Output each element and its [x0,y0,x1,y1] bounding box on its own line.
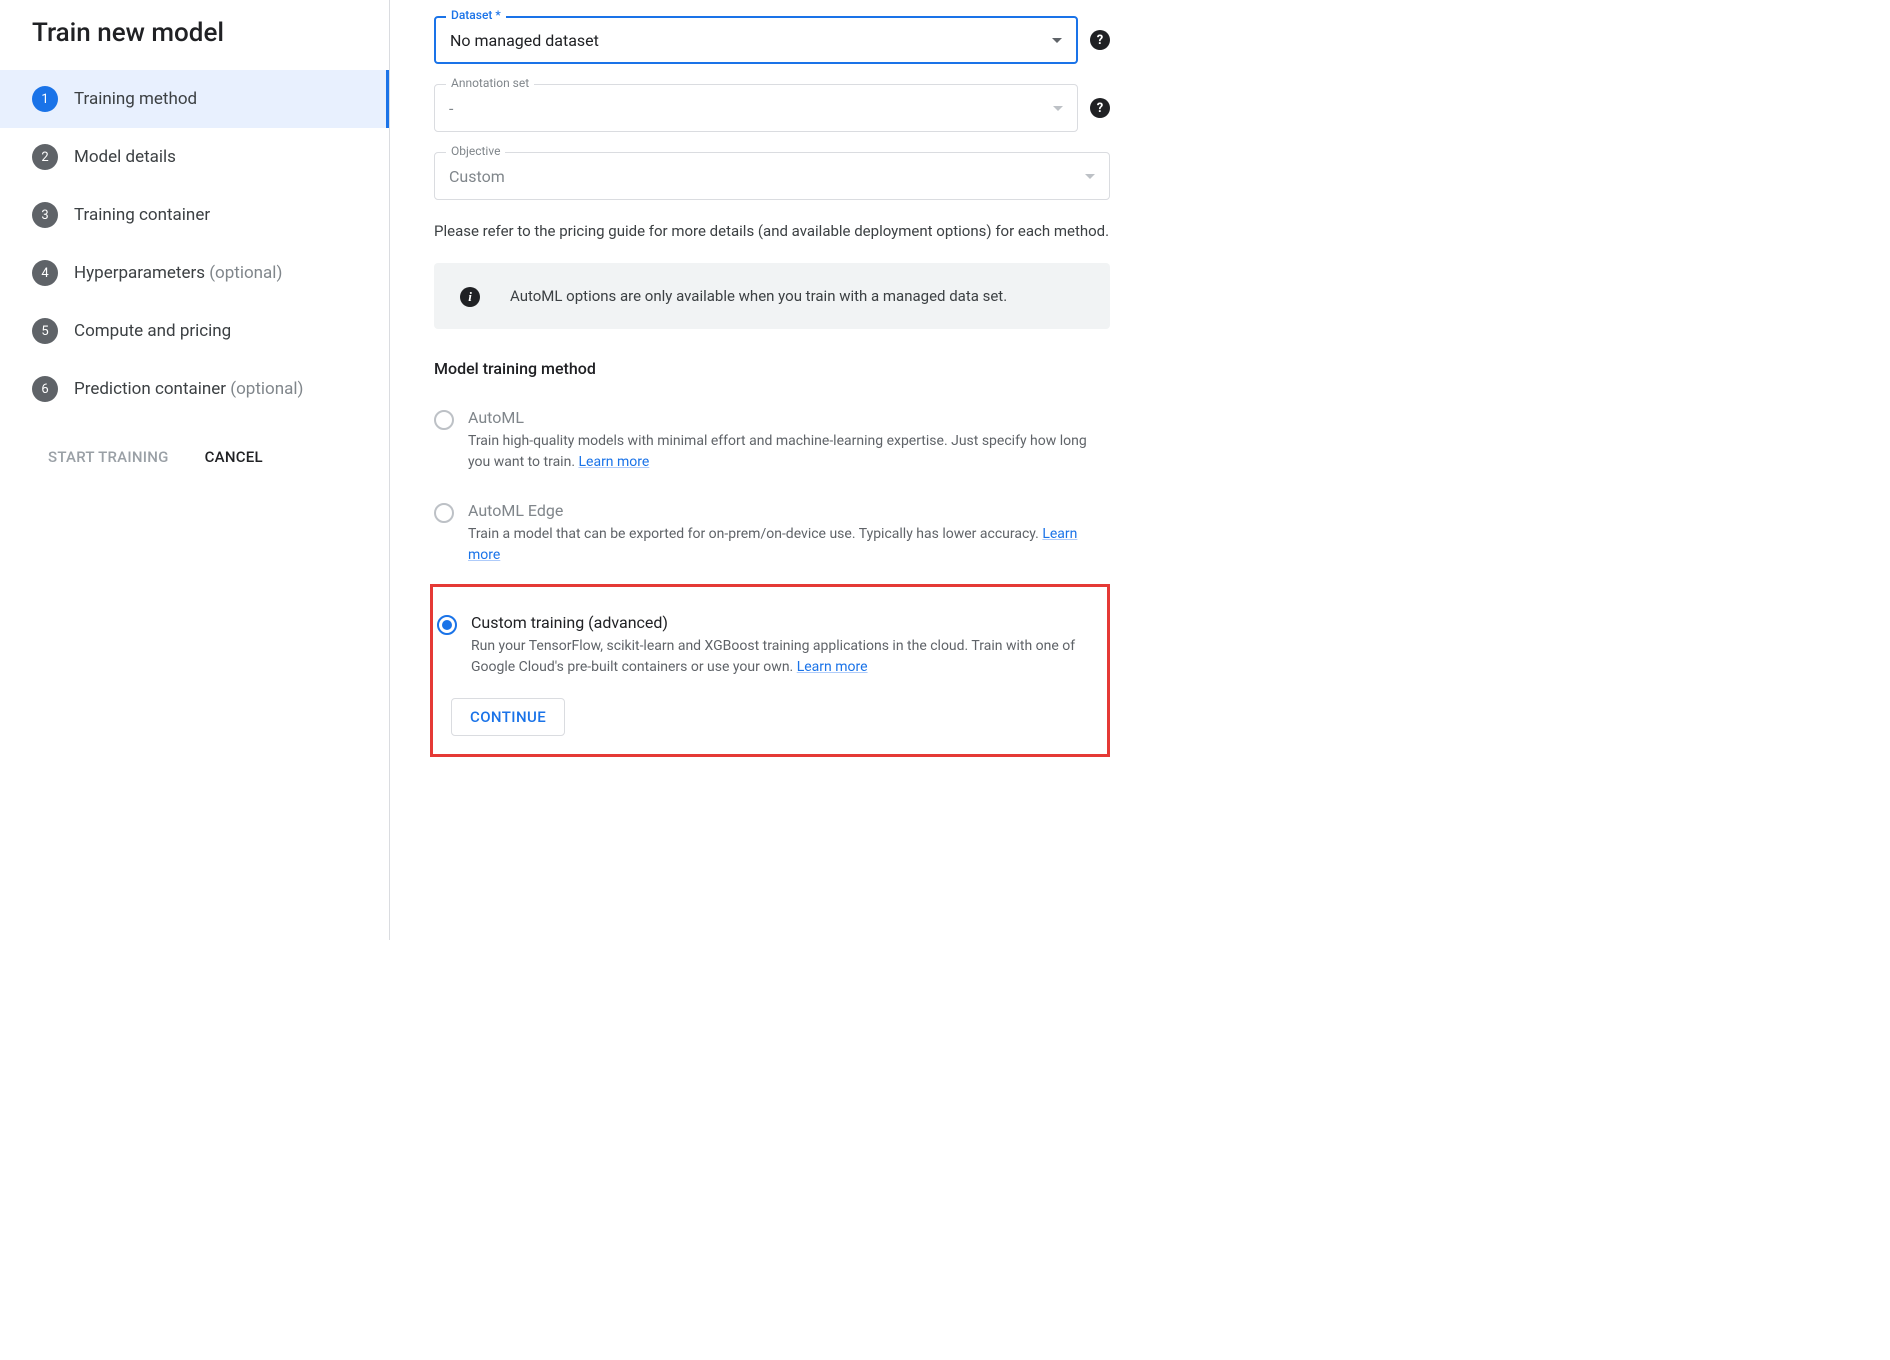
help-icon[interactable]: ? [1090,98,1110,118]
highlighted-selection: Custom training (advanced) Run your Tens… [430,584,1110,757]
annotation-label: Annotation set [446,76,534,90]
option-description: Train high-quality models with minimal e… [468,431,1110,473]
option-title: AutoML [468,408,1110,427]
option-automl-edge[interactable]: AutoML Edge Train a model that can be ex… [434,501,1110,566]
step-number: 3 [32,202,58,228]
radio-button [437,615,457,635]
chevron-down-icon [1052,38,1062,43]
step-training-method[interactable]: 1 Training method [0,70,389,128]
dataset-label: Dataset * [446,8,506,22]
info-text: AutoML options are only available when y… [510,285,1007,308]
info-icon: i [460,287,480,307]
radio-dot [442,620,452,630]
annotation-value: - [449,99,453,118]
wizard-sidebar: Train new model 1 Training method 2 Mode… [0,0,390,940]
dataset-value: No managed dataset [450,31,599,50]
option-description: Train a model that can be exported for o… [468,524,1110,566]
annotation-select[interactable]: - [434,84,1078,132]
step-hyperparameters[interactable]: 4 Hyperparameters (optional) [0,244,389,302]
section-header: Model training method [434,359,1110,378]
cancel-button[interactable]: CANCEL [205,448,263,466]
step-label: Compute and pricing [74,321,231,341]
page-title: Train new model [0,18,389,70]
chevron-down-icon [1085,174,1095,179]
step-training-container[interactable]: 3 Training container [0,186,389,244]
step-label: Training method [74,89,197,109]
step-label: Hyperparameters (optional) [74,263,282,283]
step-number: 2 [32,144,58,170]
continue-button[interactable]: CONTINUE [451,698,565,736]
dataset-select[interactable]: No managed dataset [434,16,1078,64]
step-model-details[interactable]: 2 Model details [0,128,389,186]
info-banner: i AutoML options are only available when… [434,263,1110,330]
objective-value: Custom [449,167,505,186]
step-number: 5 [32,318,58,344]
chevron-down-icon [1053,106,1063,111]
step-number: 6 [32,376,58,402]
step-number: 4 [32,260,58,286]
help-icon[interactable]: ? [1090,30,1110,50]
option-title: Custom training (advanced) [471,613,1089,632]
option-automl[interactable]: AutoML Train high-quality models with mi… [434,408,1110,473]
option-custom-training[interactable]: Custom training (advanced) Run your Tens… [437,613,1089,678]
objective-select[interactable]: Custom [434,152,1110,200]
main-content: Dataset * No managed dataset ? Annotatio… [390,0,1150,940]
step-prediction-container[interactable]: 6 Prediction container (optional) [0,360,389,418]
step-label: Model details [74,147,176,167]
step-compute-pricing[interactable]: 5 Compute and pricing [0,302,389,360]
learn-more-link[interactable]: Learn more [797,659,868,675]
step-number: 1 [32,86,58,112]
pricing-note: Please refer to the pricing guide for mo… [434,220,1110,243]
sidebar-actions: START TRAINING CANCEL [0,418,389,466]
option-description: Run your TensorFlow, scikit-learn and XG… [471,636,1089,678]
objective-label: Objective [446,144,505,158]
radio-button [434,503,454,523]
learn-more-link[interactable]: Learn more [578,454,649,470]
radio-button [434,410,454,430]
start-training-button[interactable]: START TRAINING [48,448,169,466]
step-label: Training container [74,205,210,225]
step-label: Prediction container (optional) [74,379,303,399]
option-title: AutoML Edge [468,501,1110,520]
